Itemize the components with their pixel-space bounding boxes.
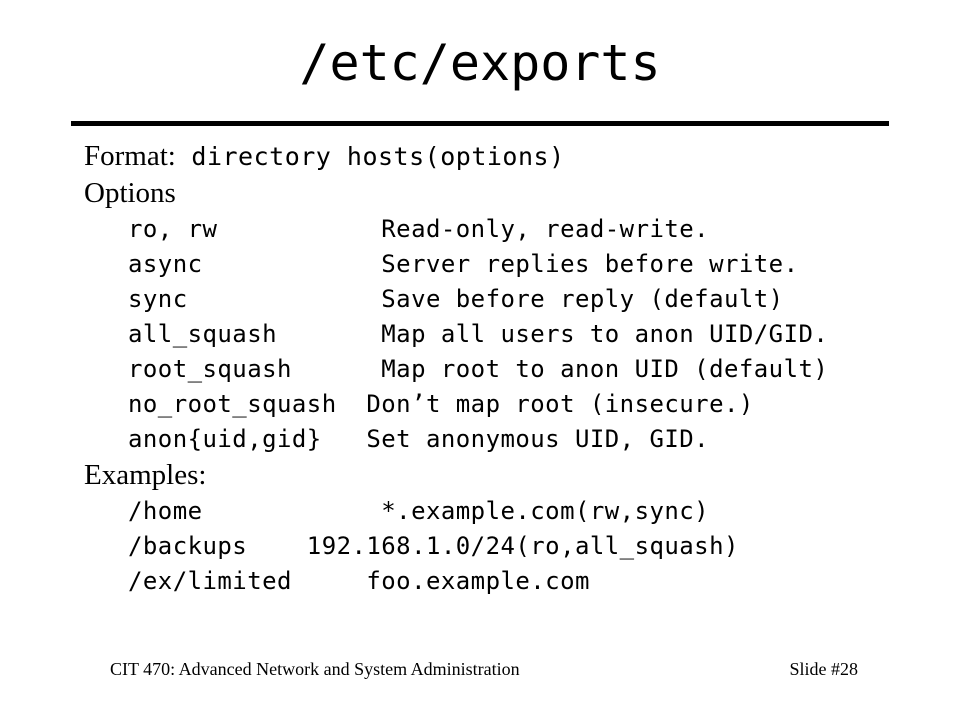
page-title: /etc/exports xyxy=(299,34,661,92)
example-row: /backups 192.168.1.0/24(ro,all_squash) xyxy=(128,532,739,560)
option-row: root_squash Map root to anon UID (defaul… xyxy=(128,355,829,383)
examples-heading: Examples: xyxy=(84,459,207,491)
option-row: all_squash Map all users to anon UID/GID… xyxy=(128,320,829,348)
footer-course: CIT 470: Advanced Network and System Adm… xyxy=(110,659,520,679)
slide-body: Format: directory hosts(options) Options… xyxy=(0,138,960,599)
slide-footer: CIT 470: Advanced Network and System Adm… xyxy=(110,658,858,680)
format-syntax: directory hosts(options) xyxy=(175,142,565,171)
option-row: sync Save before reply (default) xyxy=(128,285,784,313)
example-row: /ex/limited foo.example.com xyxy=(128,567,590,595)
example-row: /home *.example.com(rw,sync) xyxy=(128,497,710,525)
option-row: anon{uid,gid} Set anonymous UID, GID. xyxy=(128,425,710,453)
option-row: no_root_squash Don’t map root (insecure.… xyxy=(128,390,754,418)
title-divider xyxy=(71,121,889,126)
format-line: Format: directory hosts(options) xyxy=(0,138,960,175)
options-heading: Options xyxy=(84,177,176,209)
option-row: ro, rw Read-only, read-write. xyxy=(128,215,710,243)
option-row: async Server replies before write. xyxy=(128,250,799,278)
footer-slide-number: Slide #28 xyxy=(789,659,858,679)
slide: /etc/exports Format: directory hosts(opt… xyxy=(0,0,960,720)
format-label: Format: xyxy=(84,140,176,172)
